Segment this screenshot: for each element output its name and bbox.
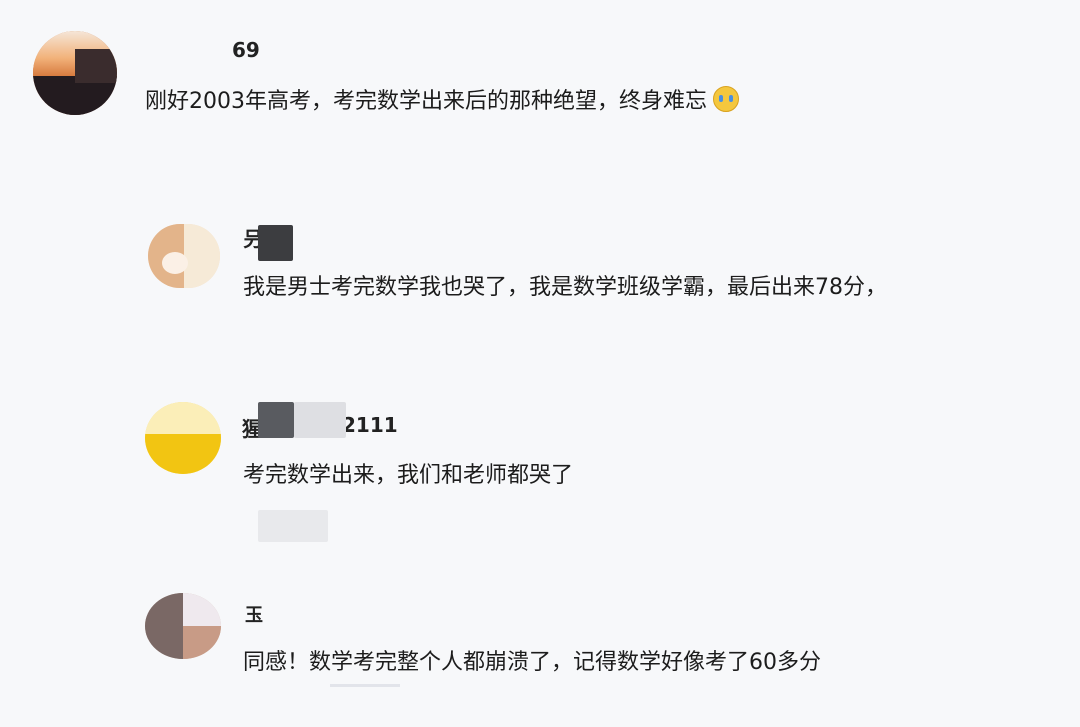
redaction-blur <box>258 225 293 261</box>
redaction-blur <box>258 510 328 542</box>
comment-text-content: 刚好2003年高考，考完数学出来后的那种绝望，终身难忘 <box>145 89 707 114</box>
avatar[interactable] <box>148 224 220 288</box>
crying-face-icon <box>713 86 739 112</box>
reply-text: 我是男士考完数学我也哭了，我是数学班级学霸，最后出来78分， <box>243 275 887 300</box>
redaction-blur <box>294 402 346 438</box>
avatar-segment <box>145 593 183 659</box>
comment-text: 刚好2003年高考，考完数学出来后的那种绝望，终身难忘 <box>145 86 739 117</box>
avatar-segment <box>145 402 221 434</box>
avatar-segment <box>183 593 221 626</box>
avatar-wall <box>75 49 117 83</box>
avatar[interactable] <box>33 31 117 115</box>
redaction-blur <box>258 402 294 438</box>
avatar[interactable] <box>145 402 221 474</box>
avatar-face <box>162 252 188 274</box>
reply-text: 同感！数学考完整个人都崩溃了，记得数学好像考了60多分 <box>243 650 821 675</box>
reply-username-suffix: 2111 <box>342 413 398 437</box>
avatar-segment <box>145 434 221 474</box>
divider <box>330 684 400 687</box>
avatar[interactable] <box>145 593 221 659</box>
reply-username[interactable]: 玉 <box>245 601 263 627</box>
avatar-segment <box>184 224 220 288</box>
comment-username[interactable]: 69 <box>232 38 260 62</box>
avatar-segment <box>183 626 221 659</box>
reply-text: 考完数学出来，我们和老师都哭了 <box>243 463 574 488</box>
